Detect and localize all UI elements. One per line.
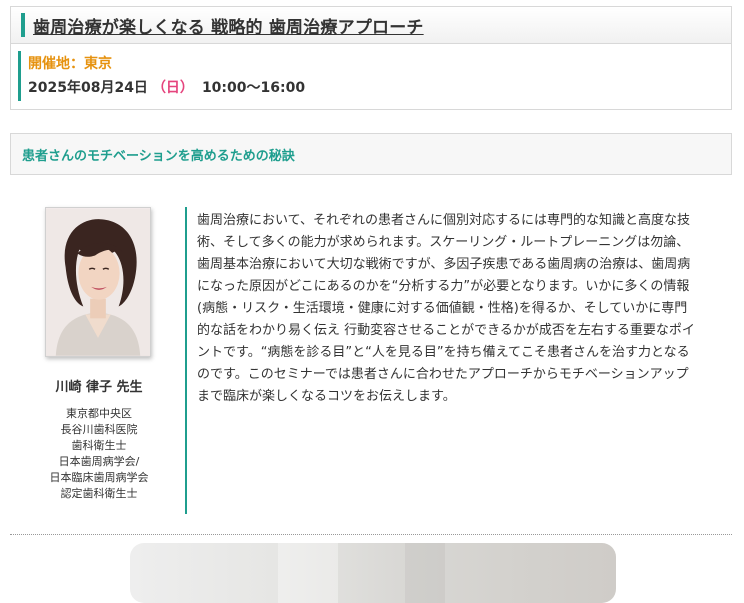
seminar-title-link[interactable]: 歯周治療が楽しくなる 戦略的 歯周治療アプローチ	[33, 13, 424, 38]
seminar-header: 歯周治療が楽しくなる 戦略的 歯周治療アプローチ 開催地：東京 2025年08月…	[10, 6, 732, 110]
day-of-week: （日）	[151, 80, 194, 96]
speaker-photo	[45, 207, 151, 357]
venue-block: 開催地：東京 2025年08月24日 （日） 10:00～16:00	[18, 51, 305, 101]
seminar-date: 2025年08月24日	[28, 80, 148, 96]
section-subtitle: 患者さんのモチベーションを高めるための秘訣	[22, 148, 295, 164]
speaker-portrait-image	[46, 208, 150, 356]
speaker-profile: 川崎 律子 先生 東京都中央区 長谷川歯科医院 歯科衛生士 日本歯周病学会/ 日…	[20, 378, 178, 502]
section-separator	[10, 534, 732, 535]
affiliation-line: 長谷川歯科医院	[60, 423, 138, 436]
seminar-time: 10:00～16:00	[201, 80, 306, 96]
photo-shade	[405, 543, 445, 603]
content-divider	[185, 207, 187, 514]
date-line: 2025年08月24日 （日） 10:00～16:00	[28, 78, 305, 98]
speaker-name: 川崎 律子 先生	[55, 380, 143, 395]
title-marker	[21, 13, 25, 37]
seminar-description: 歯周治療において、それぞれの患者さんに個別対応するには専門的な知識と高度な技 術…	[197, 213, 695, 404]
affiliation-line: 日本歯周病学会/	[58, 455, 140, 468]
affiliation-line: 認定歯科衛生士	[60, 487, 138, 500]
photo-highlight	[278, 543, 338, 603]
affiliation-line: 歯科衛生士	[71, 439, 127, 452]
affiliation-line: 日本臨床歯周病学会	[49, 471, 149, 484]
seminar-title-bar: 歯周治療が楽しくなる 戦略的 歯周治療アプローチ	[11, 7, 731, 44]
affiliation-line: 東京都中央区	[66, 407, 132, 420]
section-header: 患者さんのモチベーションを高めるための秘訣	[10, 133, 732, 175]
seminar-photo	[130, 543, 616, 603]
venue-label: 開催地：東京	[28, 56, 112, 72]
